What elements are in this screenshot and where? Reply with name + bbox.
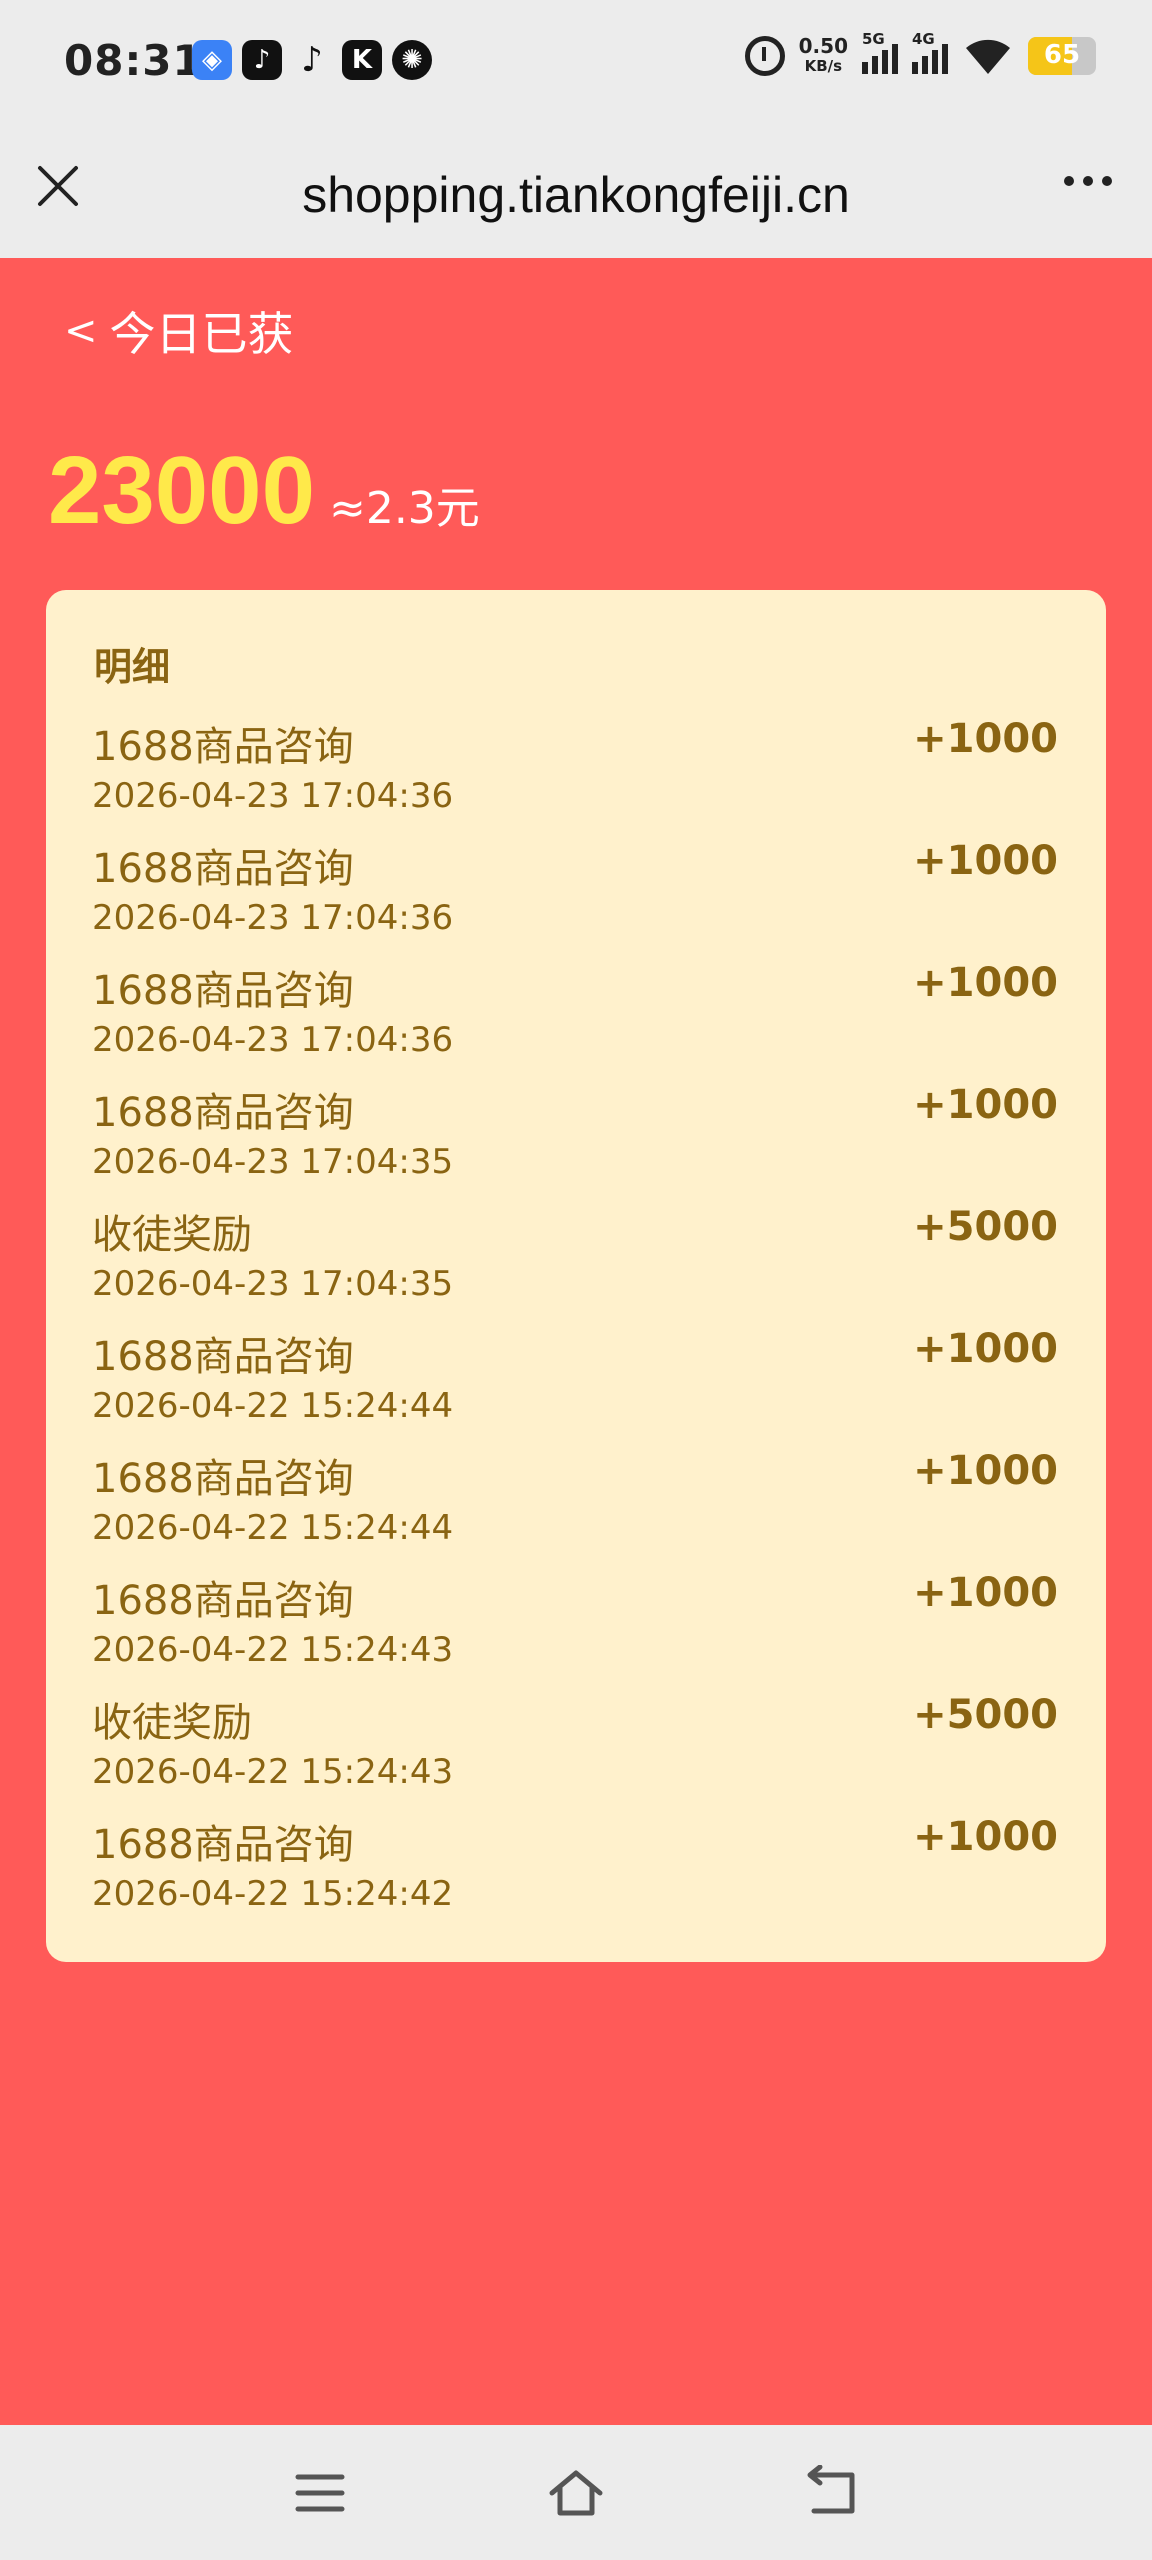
item-amount: +1000 [913, 1814, 1058, 1860]
detail-card: 明细 1688商品咨询 2026-04-23 17:04:36 +1000 16… [46, 590, 1106, 1962]
item-title: 1688商品咨询 [92, 846, 354, 892]
chevron-left-icon: < [64, 308, 98, 354]
k-app-icon: K [342, 40, 382, 80]
item-amount: +1000 [913, 1326, 1058, 1372]
back-icon[interactable] [802, 2464, 862, 2521]
item-date: 2026-04-23 17:04:36 [92, 776, 454, 816]
system-status: 0.50 KB/s 5G 4G 65 [744, 30, 1096, 76]
item-amount: +1000 [913, 716, 1058, 762]
list-item: 收徒奖励 2026-04-23 17:04:35 +5000 [92, 1202, 1058, 1324]
list-item: 收徒奖励 2026-04-22 15:24:43 +5000 [92, 1690, 1058, 1812]
item-amount: +5000 [913, 1692, 1058, 1738]
aperture-icon: ✺ [392, 40, 432, 80]
list-item: 1688商品咨询 2026-04-22 15:24:44 +1000 [92, 1324, 1058, 1446]
detail-list: 1688商品咨询 2026-04-23 17:04:36 +1000 1688商… [92, 714, 1058, 1934]
item-title: 1688商品咨询 [92, 1578, 354, 1624]
item-date: 2026-04-22 15:24:42 [92, 1874, 454, 1914]
item-title: 收徒奖励 [92, 1212, 252, 1258]
list-item: 1688商品咨询 2026-04-22 15:24:43 +1000 [92, 1568, 1058, 1690]
battery-icon: 65 [1028, 37, 1096, 75]
page-title: 今日已获 [109, 307, 294, 361]
home-icon[interactable] [546, 2465, 606, 2521]
item-title: 1688商品咨询 [92, 1334, 354, 1380]
status-bar: 08:31 ◈ ♪ ♪ K ✺ 0.50 KB/s 5G 4G 65 [0, 0, 1152, 128]
item-amount: +1000 [913, 1082, 1058, 1128]
menu-icon[interactable] [290, 2465, 350, 2521]
total-points: 23000 [48, 437, 315, 544]
status-time: 08:31 [64, 36, 203, 85]
signal-4g-label: 4G [912, 30, 935, 48]
detail-title: 明细 [94, 645, 171, 689]
page-url: shopping.tiankongfeiji.cn [302, 167, 850, 223]
signal-5g-icon: 5G [862, 30, 898, 74]
list-item: 1688商品咨询 2026-04-23 17:04:36 +1000 [92, 714, 1058, 836]
list-item: 1688商品咨询 2026-04-22 15:24:42 +1000 [92, 1812, 1058, 1934]
list-item: 1688商品咨询 2026-04-23 17:04:35 +1000 [92, 1080, 1058, 1202]
back-button[interactable]: < 今日已获 [64, 298, 294, 364]
alarm-icon [744, 36, 785, 76]
item-amount: +1000 [913, 1448, 1058, 1494]
notification-icons: ◈ ♪ ♪ K ✺ [192, 40, 432, 80]
page-content: < 今日已获 23000 ≈2.3元 明细 1688商品咨询 2026-04-2… [0, 258, 1152, 2425]
list-item: 1688商品咨询 2026-04-22 15:24:44 +1000 [92, 1446, 1058, 1568]
browser-toolbar: shopping.tiankongfeiji.cn [0, 128, 1152, 258]
item-date: 2026-04-22 15:24:43 [92, 1752, 454, 1792]
item-title: 1688商品咨询 [92, 968, 354, 1014]
tiktok-lite-icon: ♪ [242, 40, 282, 80]
wifi-icon [962, 36, 1014, 76]
list-item: 1688商品咨询 2026-04-23 17:04:36 +1000 [92, 836, 1058, 958]
item-date: 2026-04-23 17:04:36 [92, 898, 454, 938]
signal-5g-label: 5G [862, 30, 885, 48]
network-speed: 0.50 KB/s [799, 36, 848, 76]
tiktok-icon: ♪ [301, 40, 323, 80]
item-amount: +1000 [913, 960, 1058, 1006]
item-amount: +5000 [913, 1204, 1058, 1250]
signal-4g-icon: 4G [912, 30, 948, 74]
battery-level: 65 [1043, 40, 1081, 70]
item-title: 1688商品咨询 [92, 1456, 354, 1502]
item-title: 1688商品咨询 [92, 1090, 354, 1136]
item-date: 2026-04-23 17:04:36 [92, 1020, 454, 1060]
item-date: 2026-04-22 15:24:43 [92, 1630, 454, 1670]
item-date: 2026-04-22 15:24:44 [92, 1386, 454, 1426]
item-date: 2026-04-23 17:04:35 [92, 1264, 454, 1304]
list-item: 1688商品咨询 2026-04-23 17:04:36 +1000 [92, 958, 1058, 1080]
item-title: 收徒奖励 [92, 1700, 252, 1746]
item-date: 2026-04-22 15:24:44 [92, 1508, 454, 1548]
more-icon[interactable] [1064, 176, 1112, 186]
net-speed-unit: KB/s [804, 57, 843, 75]
system-nav-bar [0, 2425, 1152, 2560]
item-date: 2026-04-23 17:04:35 [92, 1142, 454, 1182]
app-blue-icon: ◈ [192, 40, 232, 80]
earnings-summary: 23000 ≈2.3元 [48, 436, 480, 546]
item-title: 1688商品咨询 [92, 724, 354, 770]
item-title: 1688商品咨询 [92, 1822, 354, 1868]
net-speed-value: 0.50 [798, 34, 848, 58]
approx-value: ≈2.3元 [328, 483, 480, 534]
item-amount: +1000 [913, 838, 1058, 884]
item-amount: +1000 [913, 1570, 1058, 1616]
